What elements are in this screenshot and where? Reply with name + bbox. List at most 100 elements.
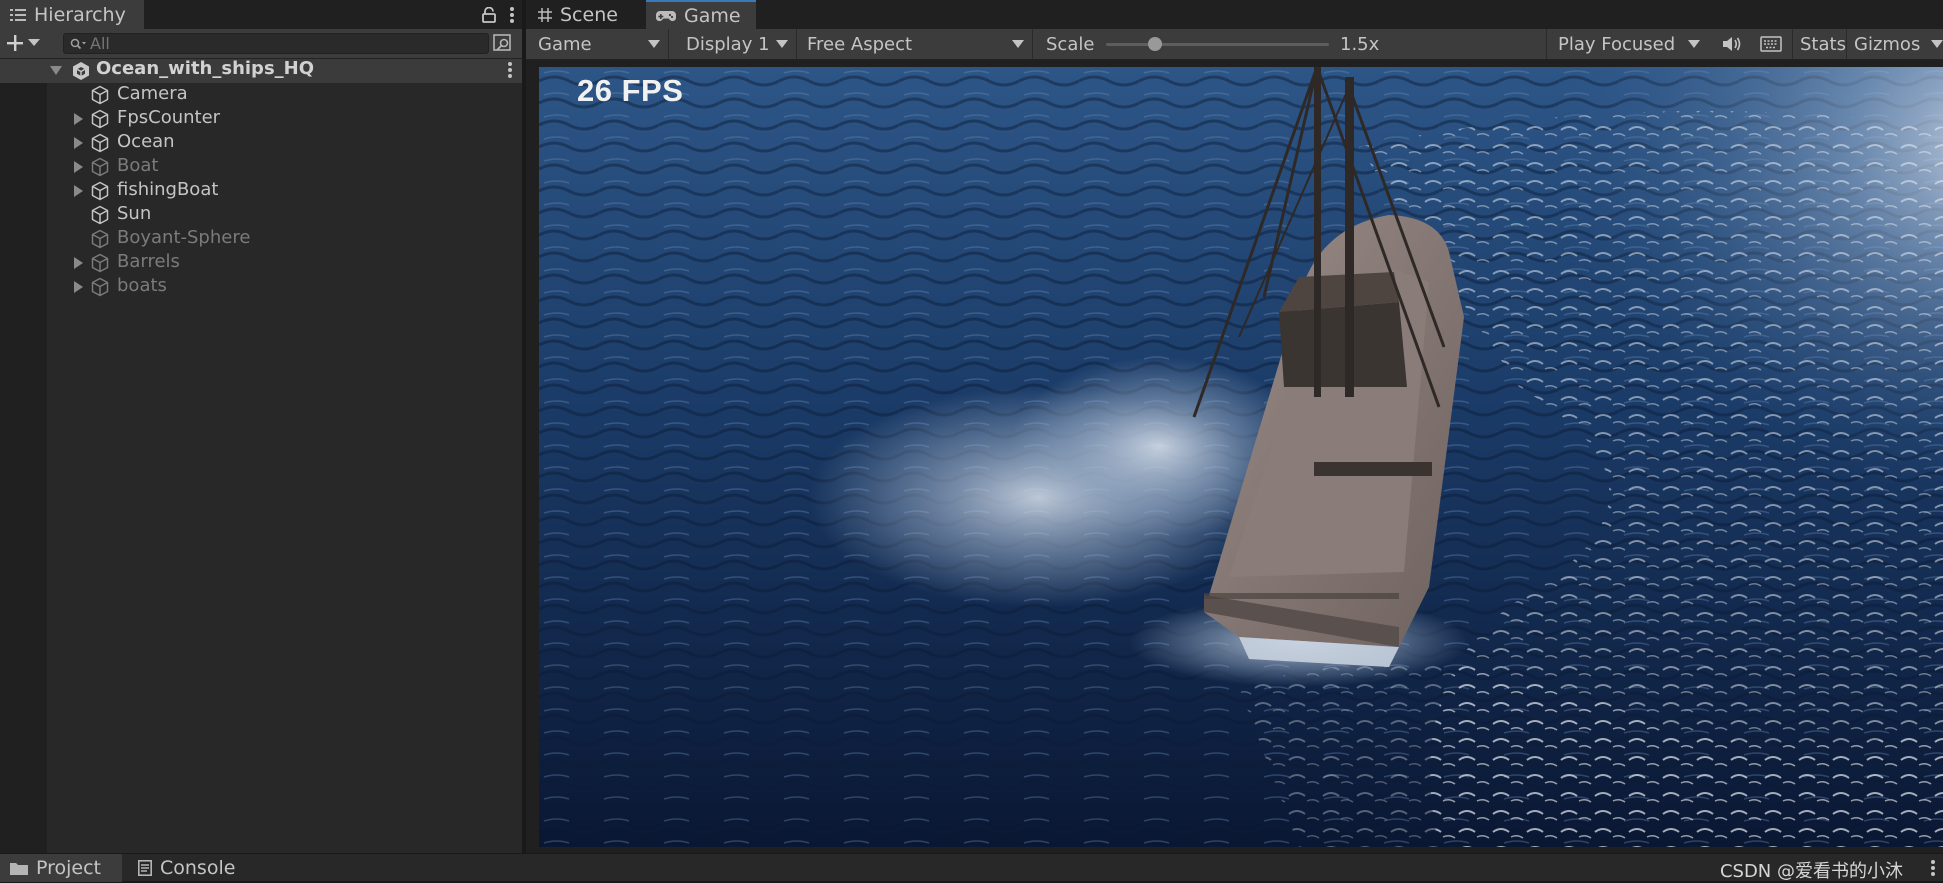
- gameobject-cube-icon: [90, 133, 110, 153]
- hierarchy-item-label: FpsCounter: [117, 107, 221, 128]
- scale-slider-thumb[interactable]: [1148, 37, 1162, 51]
- display-dropdown[interactable]: Display 1: [676, 29, 796, 59]
- hierarchy-toolbar: [0, 29, 522, 59]
- hierarchy-item-label: Barrels: [117, 251, 180, 272]
- hierarchy-item[interactable]: boats: [47, 275, 522, 299]
- tree-gutter: [0, 59, 47, 853]
- aspect-dropdown[interactable]: Free Aspect: [797, 29, 1032, 59]
- scene-menu-icon[interactable]: [508, 62, 512, 78]
- search-icon: [70, 38, 86, 50]
- expand-down-icon[interactable]: [50, 66, 62, 78]
- tab-scene[interactable]: Scene: [526, 0, 640, 29]
- tab-project[interactable]: Project: [0, 854, 122, 882]
- gameobject-cube-icon: [90, 157, 110, 177]
- tab-scene-label: Scene: [560, 3, 618, 26]
- aspect-value: Free Aspect: [807, 33, 913, 55]
- display-value: Display 1: [686, 33, 770, 55]
- hierarchy-search[interactable]: [63, 33, 489, 54]
- game-viewport[interactable]: 26 FPS: [539, 67, 1943, 847]
- hierarchy-item-label: boats: [117, 275, 167, 296]
- scale-slider[interactable]: [1106, 29, 1329, 59]
- dropdown-arrow-icon: [1931, 40, 1943, 48]
- scale-value: 1.5x: [1332, 29, 1412, 59]
- dropdown-arrow-icon: [648, 40, 660, 48]
- hierarchy-tree: Ocean_with_ships_HQ Camera FpsCounter Ocea…: [0, 58, 522, 853]
- mute-audio-button[interactable]: [1714, 29, 1750, 59]
- gameobject-cube-icon: [90, 205, 110, 225]
- hierarchy-tab-actions: [482, 2, 514, 27]
- gameobject-cube-icon: [90, 109, 110, 129]
- hierarchy-item-label: Camera: [117, 83, 188, 104]
- dropdown-arrow-icon: [776, 40, 788, 48]
- search-input[interactable]: [90, 34, 470, 53]
- tab-hierarchy-label: Hierarchy: [34, 3, 126, 26]
- fps-counter: 26 FPS: [577, 73, 684, 108]
- gameobject-cube-icon: [90, 85, 110, 105]
- tab-project-label: Project: [36, 857, 102, 879]
- expand-right-icon[interactable]: [74, 161, 86, 173]
- scale-value-text: 1.5x: [1340, 33, 1380, 55]
- create-object-button[interactable]: [6, 31, 48, 55]
- shortcuts-button[interactable]: [1752, 29, 1788, 59]
- chevron-down-icon: [28, 39, 40, 47]
- plus-icon: [6, 34, 24, 52]
- scale-slider-track: [1106, 43, 1329, 46]
- hierarchy-item-label: Sun: [117, 203, 152, 224]
- kebab-menu-icon[interactable]: [510, 6, 514, 23]
- hierarchy-tabbar: Hierarchy: [0, 0, 522, 30]
- toolbar-divider: [1546, 29, 1547, 59]
- expand-right-icon[interactable]: [74, 257, 86, 269]
- gameobject-cube-icon: [90, 277, 110, 297]
- tab-console[interactable]: Console: [128, 854, 258, 882]
- hierarchy-item[interactable]: fishingBoat: [47, 179, 522, 203]
- hierarchy-item[interactable]: Boyant-Sphere: [47, 227, 522, 251]
- bottom-tabbar: Project Console CSDN @爱看书的小沐: [0, 853, 1943, 882]
- stats-label: Stats: [1800, 33, 1846, 55]
- tab-game[interactable]: Game: [646, 0, 756, 29]
- scene-row[interactable]: Ocean_with_ships_HQ: [0, 58, 522, 83]
- scale-label-text: Scale: [1046, 33, 1095, 55]
- gizmos-label: Gizmos: [1854, 33, 1921, 55]
- hierarchy-item[interactable]: Sun: [47, 203, 522, 227]
- gameobject-cube-icon: [90, 229, 110, 249]
- gameobject-cube-icon: [90, 253, 110, 273]
- expand-right-icon[interactable]: [74, 137, 86, 149]
- hierarchy-item-label: Boyant-Sphere: [117, 227, 251, 248]
- expand-right-icon[interactable]: [74, 281, 86, 293]
- search-scene-icon[interactable]: [492, 32, 514, 54]
- play-mode-dropdown[interactable]: Play Focused: [1548, 29, 1708, 59]
- expand-right-icon[interactable]: [74, 185, 86, 197]
- hierarchy-item[interactable]: Boat: [47, 155, 522, 179]
- toolbar-divider: [1846, 29, 1847, 59]
- toolbar-divider: [1032, 29, 1033, 59]
- kebab-menu-icon[interactable]: [1931, 860, 1935, 876]
- tab-game-label: Game: [684, 4, 741, 27]
- view-mode-dropdown[interactable]: Game: [532, 29, 668, 59]
- expand-right-icon[interactable]: [74, 113, 86, 125]
- scene-name: Ocean_with_ships_HQ: [96, 58, 315, 79]
- dropdown-arrow-icon: [1688, 40, 1700, 48]
- hierarchy-item[interactable]: Camera: [47, 83, 522, 107]
- toolbar-divider: [668, 29, 669, 59]
- tab-hierarchy[interactable]: Hierarchy: [0, 0, 144, 29]
- play-mode-value: Play Focused: [1558, 33, 1676, 55]
- hierarchy-item[interactable]: Ocean: [47, 131, 522, 155]
- hierarchy-panel: Hierarchy All Ocean_with_ships_HQ Camera…: [0, 0, 524, 853]
- unity-scene-icon: [71, 61, 91, 81]
- scale-label: Scale: [1034, 29, 1104, 59]
- gizmos-dropdown[interactable]: Gizmos: [1848, 29, 1943, 59]
- stats-button[interactable]: Stats: [1794, 29, 1846, 59]
- gamepad-icon: [656, 9, 676, 23]
- grid-hash-icon: [538, 7, 552, 22]
- folder-icon: [10, 861, 28, 875]
- speaker-icon: [1722, 36, 1742, 52]
- tab-console-label: Console: [160, 857, 236, 879]
- lock-icon[interactable]: [482, 6, 496, 23]
- game-tabbar: Scene Game: [526, 0, 1943, 30]
- hierarchy-item[interactable]: FpsCounter: [47, 107, 522, 131]
- dropdown-arrow-icon: [1012, 40, 1024, 48]
- watermark-text: CSDN @爱看书的小沐: [1719, 861, 1903, 882]
- hierarchy-item-label: fishingBoat: [117, 179, 219, 200]
- hierarchy-item[interactable]: Barrels: [47, 251, 522, 275]
- keyboard-icon: [1760, 36, 1782, 52]
